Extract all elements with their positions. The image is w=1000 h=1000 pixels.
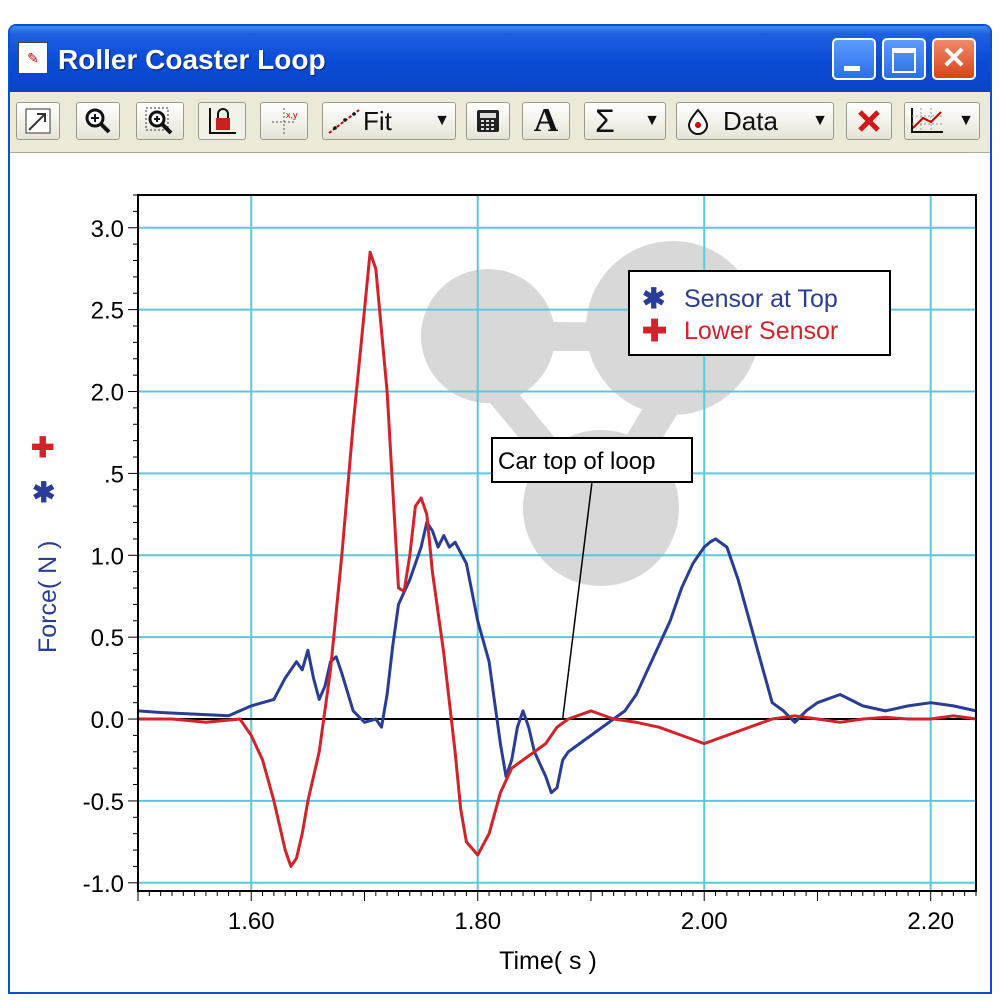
graph-options-button[interactable]: ▼: [904, 102, 980, 140]
app-icon[interactable]: ✎: [18, 42, 48, 74]
y-tick-label: 2.0: [91, 380, 124, 407]
calculator-button[interactable]: [466, 102, 510, 140]
delete-button[interactable]: [846, 102, 892, 140]
y-tick-label: -1.0: [83, 871, 124, 898]
calculator-icon: [477, 110, 499, 132]
data-icon: [687, 108, 709, 135]
delete-icon: [858, 110, 880, 132]
data-button[interactable]: Data ▼: [676, 102, 834, 140]
y-tick-label: 0.0: [91, 707, 124, 734]
close-icon: ✕: [941, 42, 967, 75]
y-axis-ticks: 3.0 2.5 2.0 .5 1.0 0.5 0.0 -0.5 -1.0: [83, 194, 138, 898]
maximize-button[interactable]: [882, 38, 926, 80]
autoscale-icon: [25, 108, 51, 134]
y-tick-label: 3.0: [91, 216, 124, 243]
y-tick-label: .5: [104, 461, 124, 488]
y-tick-label: -0.5: [83, 789, 124, 816]
zoom-in-button[interactable]: [76, 102, 120, 140]
chevron-down-icon: ▼: [958, 112, 974, 129]
lock-axes-button[interactable]: [198, 102, 246, 140]
fit-label: Fit: [363, 106, 392, 136]
y-tick-label: 2.5: [91, 298, 124, 325]
zoom-region-icon: [145, 107, 173, 135]
chevron-down-icon: ▼: [812, 112, 828, 129]
y-axis-label: Force( N ): [34, 541, 62, 654]
x-tick-label: 2.20: [907, 908, 954, 935]
autoscale-button[interactable]: [16, 102, 60, 140]
app-window: ✎ Roller Coaster Loop ✕ x,y Fit ▼ A Σ ▼ …: [8, 24, 992, 994]
window-title: Roller Coaster Loop: [58, 44, 326, 75]
close-button[interactable]: ✕: [932, 38, 976, 80]
legend-series-2: Lower Sensor: [684, 317, 838, 345]
chevron-down-icon: ▼: [434, 112, 450, 129]
y-axis-plus-icon: ✚: [31, 432, 54, 463]
fit-line-icon: [328, 109, 360, 134]
y-tick-label: 1.0: [91, 543, 124, 570]
chevron-down-icon: ▼: [644, 112, 660, 129]
graph-area[interactable]: 3.0 2.5 2.0 .5 1.0 0.5 0.0 -0.5 -1.0 1.60 1.80 2.0…: [10, 153, 990, 994]
y-tick-label: 0.5: [91, 625, 124, 652]
legend-series-1: Sensor at Top: [684, 285, 838, 313]
x-axis-label: Time( s ): [499, 947, 597, 975]
zoom-in-icon: [85, 108, 111, 134]
svg-text:x,y: x,y: [286, 110, 298, 120]
title-bar[interactable]: ✎ Roller Coaster Loop ✕: [10, 26, 990, 92]
x-tick-label: 1.60: [228, 908, 275, 935]
examine-button[interactable]: x,y: [260, 102, 308, 140]
x-tick-label: 1.80: [454, 908, 501, 935]
fit-button[interactable]: Fit ▼: [322, 102, 456, 140]
y-axis-asterisk-icon: ✱: [32, 477, 55, 508]
lock-axes-icon: [209, 108, 236, 134]
minimize-button[interactable]: [832, 38, 876, 80]
legend-asterisk-icon: ✱: [642, 283, 665, 314]
annotation-button[interactable]: A: [522, 102, 570, 140]
toolbar: x,y Fit ▼ A Σ ▼ Data ▼ ▼: [10, 92, 990, 153]
y-axis-label-group: ✚ ✱ Force( N ): [31, 432, 62, 653]
graph-options-icon: [911, 108, 943, 133]
chart[interactable]: 3.0 2.5 2.0 .5 1.0 0.5 0.0 -0.5 -1.0 1.60 1.80 2.0…: [10, 153, 990, 994]
annotation-text: Car top of loop: [498, 448, 655, 475]
x-tick-label: 2.00: [681, 908, 728, 935]
legend-plus-icon: ✚: [642, 315, 667, 348]
x-axis-ticks: 1.60 1.80 2.00 2.20: [137, 891, 977, 935]
statistics-label: Σ: [595, 103, 615, 139]
examine-icon: x,y: [272, 108, 298, 134]
zoom-region-button[interactable]: [136, 102, 184, 140]
statistics-button[interactable]: Σ ▼: [584, 102, 666, 140]
legend[interactable]: ✱ Sensor at Top ✚ Lower Sensor: [628, 270, 891, 356]
data-label: Data: [723, 106, 778, 136]
annotation-label: A: [533, 102, 559, 139]
